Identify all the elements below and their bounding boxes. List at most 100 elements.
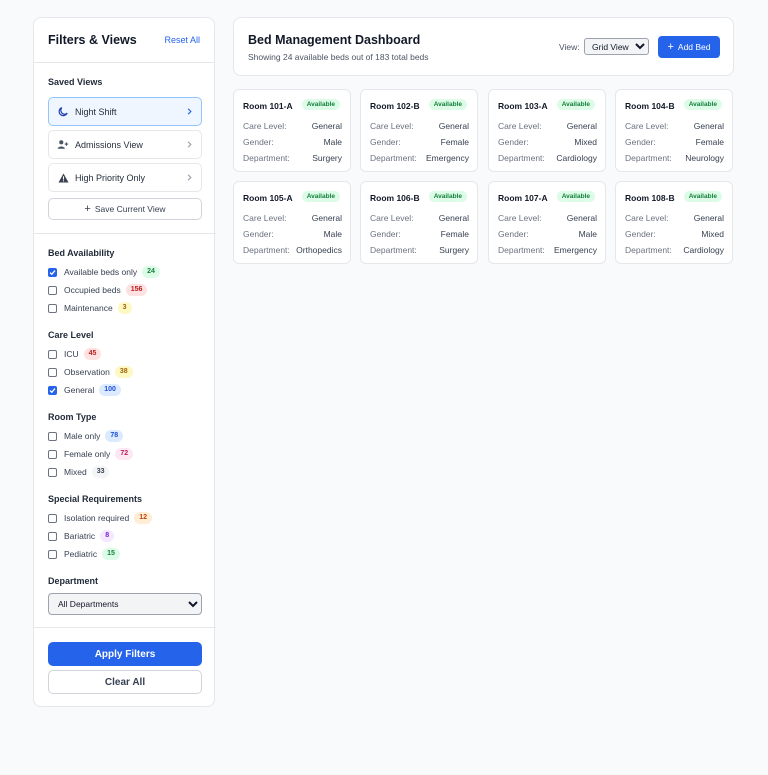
department-row: Department: Cardiology <box>498 153 597 164</box>
care-level-row: Care Level: General <box>498 121 597 132</box>
gender-value: Mixed <box>574 137 597 147</box>
chevron-right-icon <box>187 141 192 148</box>
save-current-view-button[interactable]: + Save Current View <box>48 198 202 220</box>
filter-group-title: Bed Availability <box>48 248 115 258</box>
care-level-row: Care Level: General <box>243 121 342 132</box>
saved-view-label: Night Shift <box>75 106 117 117</box>
divider <box>34 627 216 628</box>
divider <box>34 233 216 234</box>
add-bed-button[interactable]: + Add Bed <box>658 36 720 58</box>
checkbox[interactable] <box>48 531 57 541</box>
gender-row: Gender: Female <box>370 229 469 240</box>
checkbox[interactable] <box>48 449 57 459</box>
care-level-value: General <box>438 121 469 131</box>
checkbox[interactable] <box>48 549 57 559</box>
filter-label: Isolation required <box>64 513 130 523</box>
save-current-view-label: Save Current View <box>94 204 166 214</box>
reset-all-link[interactable]: Reset All <box>164 35 200 45</box>
department-select[interactable]: All Departments <box>48 593 202 615</box>
filters-sidebar: Filters & Views Reset All Saved Views Ni… <box>33 17 216 707</box>
bed-card[interactable]: Room 101-A Available Care Level: General … <box>233 89 351 172</box>
care-level-key: Care Level: <box>498 121 542 131</box>
care-level-row: Care Level: General <box>370 213 469 224</box>
checkbox[interactable] <box>48 431 57 441</box>
gender-key: Gender: <box>498 137 529 147</box>
count-badge: 12 <box>134 512 153 524</box>
checkbox[interactable] <box>48 467 57 477</box>
filter-label: Available beds only <box>64 267 138 277</box>
check-icon <box>49 387 56 393</box>
chevron-right-icon <box>187 174 192 181</box>
checkbox[interactable] <box>48 385 57 395</box>
filter-observation[interactable]: Observation 38 <box>48 366 133 378</box>
filter-group-title: Room Type <box>48 412 97 422</box>
status-badge: Available <box>301 191 340 202</box>
checkbox[interactable] <box>48 285 57 295</box>
care-level-row: Care Level: General <box>370 121 469 132</box>
bed-card[interactable]: Room 104-B Available Care Level: General … <box>615 89 733 172</box>
saved-views-section: Saved Views Night Shift Admissions View … <box>48 77 202 220</box>
saved-view-high-priority[interactable]: High Priority Only <box>48 163 202 192</box>
apply-filters-button[interactable]: Apply Filters <box>48 642 202 666</box>
care-level-value: General <box>311 213 342 223</box>
filter-occupied-beds[interactable]: Occupied beds 156 <box>48 284 148 296</box>
count-badge: 45 <box>83 348 102 360</box>
gender-key: Gender: <box>625 137 656 147</box>
bed-card[interactable]: Room 103-A Available Care Level: General … <box>488 89 606 172</box>
filter-bariatric[interactable]: Bariatric 8 <box>48 530 115 542</box>
care-level-key: Care Level: <box>625 121 669 131</box>
room-name: Room 106-B <box>370 193 420 203</box>
gender-row: Gender: Female <box>370 137 469 148</box>
filter-icu[interactable]: ICU 45 <box>48 348 102 360</box>
filter-maintenance[interactable]: Maintenance 3 <box>48 302 132 314</box>
filter-mixed[interactable]: Mixed 33 <box>48 466 110 478</box>
checkbox[interactable] <box>48 349 57 359</box>
bed-card[interactable]: Room 105-A Available Care Level: General … <box>233 181 351 264</box>
filter-available-beds[interactable]: Available beds only 24 <box>48 266 160 278</box>
filter-male-only[interactable]: Male only 78 <box>48 430 124 442</box>
filter-group-special-requirements: Special Requirements Isolation required … <box>48 494 208 560</box>
checkbox[interactable] <box>48 367 57 377</box>
status-badge: Available <box>428 99 467 110</box>
page-subtitle: Showing 24 available beds out of 183 tot… <box>248 52 429 62</box>
gender-key: Gender: <box>498 229 529 239</box>
filter-female-only[interactable]: Female only 72 <box>48 448 134 460</box>
department-row: Department: Emergency <box>370 153 469 164</box>
care-level-key: Care Level: <box>370 213 414 223</box>
moon-icon <box>57 106 69 118</box>
filter-pediatric[interactable]: Pediatric 15 <box>48 548 120 560</box>
count-badge: 72 <box>115 448 134 460</box>
gender-value: Female <box>440 229 469 239</box>
checkbox[interactable] <box>48 267 57 277</box>
count-badge: 33 <box>91 466 110 478</box>
saved-view-admissions[interactable]: Admissions View <box>48 130 202 159</box>
department-key: Department: <box>370 153 417 163</box>
gender-value: Male <box>323 229 342 239</box>
count-badge: 8 <box>100 530 115 542</box>
bed-card[interactable]: Room 102-B Available Care Level: General … <box>360 89 478 172</box>
bed-card[interactable]: Room 108-B Available Care Level: General … <box>615 181 733 264</box>
filter-isolation[interactable]: Isolation required 12 <box>48 512 153 524</box>
count-badge: 15 <box>102 548 120 560</box>
status-badge: Available <box>683 99 722 110</box>
care-level-value: General <box>693 213 724 223</box>
checkbox[interactable] <box>48 303 57 313</box>
filter-general[interactable]: General 100 <box>48 384 121 396</box>
care-level-value: General <box>438 213 469 223</box>
clear-all-button[interactable]: Clear All <box>48 670 202 694</box>
gender-row: Gender: Male <box>498 229 597 240</box>
gender-key: Gender: <box>370 137 401 147</box>
gender-value: Male <box>578 229 597 239</box>
filter-group-care-level: Care Level ICU 45 Observation 38 General… <box>48 330 208 396</box>
checkbox[interactable] <box>48 513 57 523</box>
department-key: Department: <box>370 245 417 255</box>
saved-views-label: Saved Views <box>48 77 103 87</box>
saved-view-night-shift[interactable]: Night Shift <box>48 97 202 126</box>
status-badge: Available <box>556 191 595 202</box>
bed-card[interactable]: Room 107-A Available Care Level: General … <box>488 181 606 264</box>
view-select[interactable]: Grid View <box>584 38 649 55</box>
count-badge: 3 <box>117 302 132 314</box>
department-value: Surgery <box>312 153 342 163</box>
user-plus-icon <box>57 139 69 151</box>
bed-card[interactable]: Room 106-B Available Care Level: General … <box>360 181 478 264</box>
